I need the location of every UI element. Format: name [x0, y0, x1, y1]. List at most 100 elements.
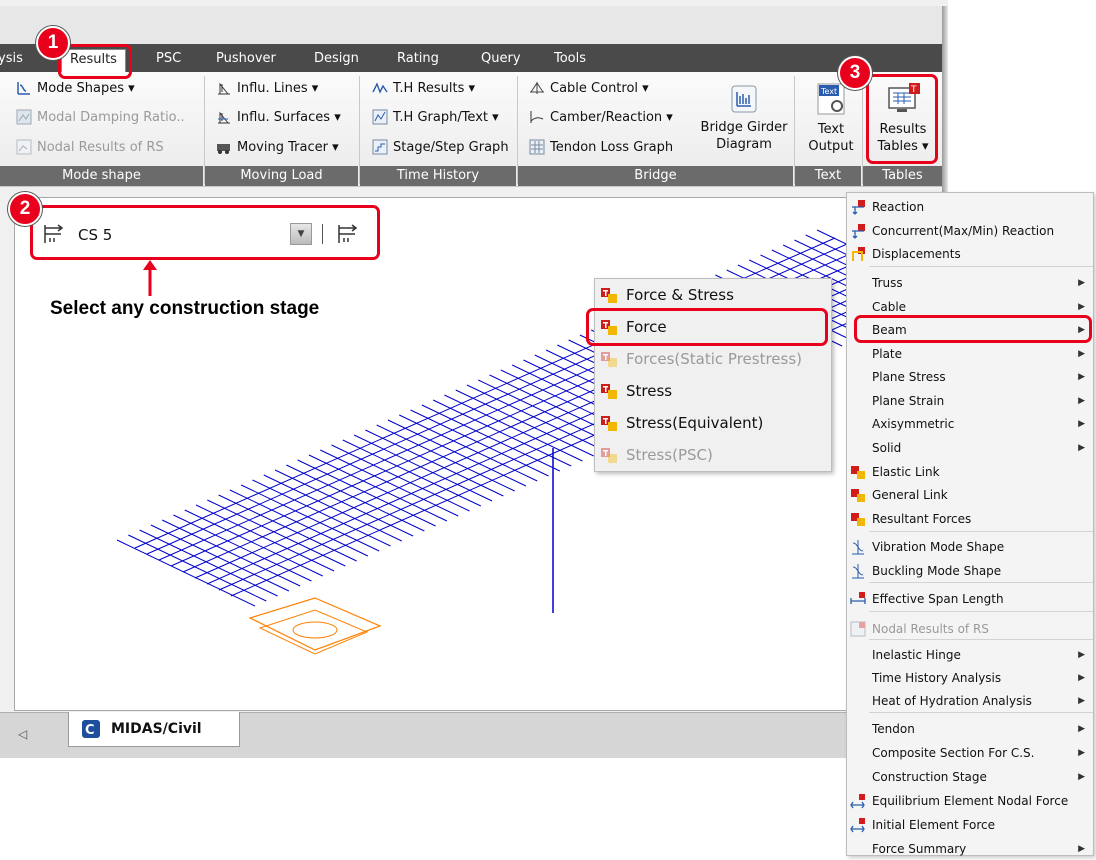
tab-rating[interactable]: Rating: [397, 49, 439, 69]
table-result-icon: [851, 513, 865, 526]
submenu-arrow-icon: ▶: [1078, 443, 1085, 453]
tab-analysis[interactable]: ysis: [0, 49, 23, 69]
tendon-loss-graph-button[interactable]: Tendon Loss Graph: [529, 139, 673, 155]
results-menu-item[interactable]: Vibration Mode Shape: [847, 536, 1093, 558]
stage-step-graph-button[interactable]: Stage/Step Graph: [372, 139, 509, 155]
results-menu-item[interactable]: Nodal Results of RS: [847, 618, 1093, 640]
mode-shape-icon: [852, 540, 864, 555]
divider: [204, 76, 205, 184]
results-menu-item-label: Plane Stress: [872, 370, 946, 384]
divider: [359, 76, 360, 184]
text-output-label-1: Text: [817, 122, 845, 137]
scroll-left-icon[interactable]: ◁: [18, 727, 27, 741]
step-badge-3: 3: [838, 56, 872, 90]
results-menu-item[interactable]: Equilibrium Element Nodal Force: [847, 790, 1093, 812]
effective-span-icon: [850, 592, 866, 604]
results-menu-item[interactable]: Construction Stage ▶: [847, 766, 1093, 788]
cable-control-button[interactable]: Cable Control ▾: [529, 80, 649, 96]
results-menu-item[interactable]: Solid ▶: [847, 437, 1093, 459]
results-menu-item[interactable]: Force Summary ▶: [847, 838, 1093, 860]
results-menu-item[interactable]: Concurrent(Max/Min) Reaction: [847, 220, 1093, 242]
results-menu-item[interactable]: Buckling Mode Shape: [847, 560, 1093, 582]
mode-shapes-button[interactable]: Mode Shapes ▾: [16, 80, 135, 96]
group-label-tables: Tables: [863, 166, 942, 186]
results-menu-item[interactable]: Resultant Forces: [847, 508, 1093, 530]
moving-tracer-button[interactable]: Moving Tracer ▾: [216, 139, 339, 155]
bridge-girder-diagram-button[interactable]: Bridge Girder Diagram: [694, 84, 794, 153]
group-label-moving-load: Moving Load: [205, 166, 358, 186]
results-menu-item[interactable]: Truss ▶: [847, 272, 1093, 294]
influ-lines-button[interactable]: Influ. Lines ▾: [216, 80, 318, 96]
th-graph-text-button[interactable]: T.H Graph/Text ▾: [372, 109, 499, 125]
bridge-girder-icon: [731, 85, 757, 113]
results-menu-item[interactable]: Time History Analysis ▶: [847, 667, 1093, 689]
highlight-results-tables: [866, 74, 938, 164]
th-graph-icon: [372, 109, 388, 125]
results-menu-item[interactable]: Plate ▶: [847, 343, 1093, 365]
view-tab-midas-civil[interactable]: C MIDAS/Civil: [68, 712, 240, 747]
results-menu-item-label: Displacements: [872, 247, 961, 261]
cable-control-icon: [530, 82, 544, 94]
instruction-caption: Select any construction stage: [50, 298, 320, 319]
bridge-girder-label-2: Diagram: [716, 137, 772, 152]
results-menu-item[interactable]: Plane Stress ▶: [847, 366, 1093, 388]
nodal-results-icon: [16, 139, 32, 155]
results-menu-item[interactable]: Effective Span Length: [847, 588, 1093, 610]
influ-surfaces-button[interactable]: Influ. Surfaces ▾: [216, 109, 341, 125]
submenu-item[interactable]: Stress(Equivalent): [595, 407, 831, 439]
results-menu-item[interactable]: Reaction: [847, 196, 1093, 218]
nodal-results-rs-button[interactable]: Nodal Results of RS: [16, 139, 164, 155]
table-result-icon: [601, 384, 617, 399]
highlight-results-tab: [58, 44, 132, 79]
submenu-item[interactable]: Stress(PSC): [595, 439, 831, 471]
modal-damping-button[interactable]: Modal Damping Ratio..: [16, 109, 185, 125]
submenu-arrow-icon: ▶: [1078, 724, 1085, 734]
tab-design[interactable]: Design: [314, 49, 359, 69]
moving-tracer-icon: [217, 144, 230, 154]
results-menu-item[interactable]: Composite Section For C.S. ▶: [847, 742, 1093, 764]
tab-tools[interactable]: Tools: [554, 49, 586, 69]
menu-separator: [869, 582, 1093, 583]
group-label-time-history: Time History: [360, 166, 516, 186]
results-menu-item[interactable]: Displacements: [847, 243, 1093, 265]
results-menu-item-label: Plane Strain: [872, 394, 945, 408]
results-menu-item[interactable]: Plane Strain ▶: [847, 390, 1093, 412]
results-menu-item-label: Axisymmetric: [872, 417, 955, 431]
submenu-item-label: Forces(Static Prestress): [626, 350, 803, 368]
th-results-label: T.H Results ▾: [393, 80, 476, 96]
tab-pushover[interactable]: Pushover: [216, 49, 276, 69]
tab-psc[interactable]: PSC: [156, 49, 181, 69]
stage-step-graph-label: Stage/Step Graph: [393, 139, 509, 155]
nodal-results-icon: [850, 621, 866, 637]
submenu-item[interactable]: Force & Stress: [595, 279, 831, 311]
results-menu-item[interactable]: Heat of Hydration Analysis ▶: [847, 690, 1093, 712]
results-menu-item-label: Truss: [872, 276, 903, 290]
group-label-text: Text: [795, 166, 861, 186]
th-results-button[interactable]: T.H Results ▾: [372, 80, 475, 96]
group-label-mode-shape: Mode shape: [0, 166, 203, 186]
divider: [794, 76, 795, 184]
modal-damping-icon: [16, 109, 32, 125]
submenu-item-label: Stress: [626, 382, 673, 400]
results-menu-item[interactable]: Axisymmetric ▶: [847, 413, 1093, 435]
text-output-button[interactable]: Text Text Output: [802, 82, 860, 155]
camber-reaction-label: Camber/Reaction ▾: [550, 109, 673, 125]
results-menu-item-label: Reaction: [872, 200, 925, 214]
results-menu-item[interactable]: General Link: [847, 484, 1093, 506]
view-tab-label: MIDAS/Civil: [111, 721, 202, 737]
results-menu-item[interactable]: Initial Element Force: [847, 814, 1093, 836]
results-menu-item[interactable]: Elastic Link: [847, 461, 1093, 483]
camber-reaction-button[interactable]: Camber/Reaction ▾: [529, 109, 673, 125]
results-menu-item-label: Concurrent(Max/Min) Reaction: [872, 224, 1055, 238]
submenu-item[interactable]: Stress: [595, 375, 831, 407]
submenu-arrow-icon: ▶: [1078, 748, 1085, 758]
submenu-item[interactable]: Forces(Static Prestress): [595, 343, 831, 375]
results-menu-item[interactable]: Inelastic Hinge ▶: [847, 644, 1093, 666]
moving-tracer-label: Moving Tracer ▾: [237, 139, 339, 155]
bridge-girder-label-1: Bridge Girder: [700, 120, 788, 135]
divider: [862, 76, 863, 184]
tab-query[interactable]: Query: [481, 49, 521, 69]
results-menu-item[interactable]: Tendon ▶: [847, 718, 1093, 740]
results-menu-item-label: Initial Element Force: [872, 818, 995, 832]
highlight-stage-selector: [30, 205, 380, 260]
